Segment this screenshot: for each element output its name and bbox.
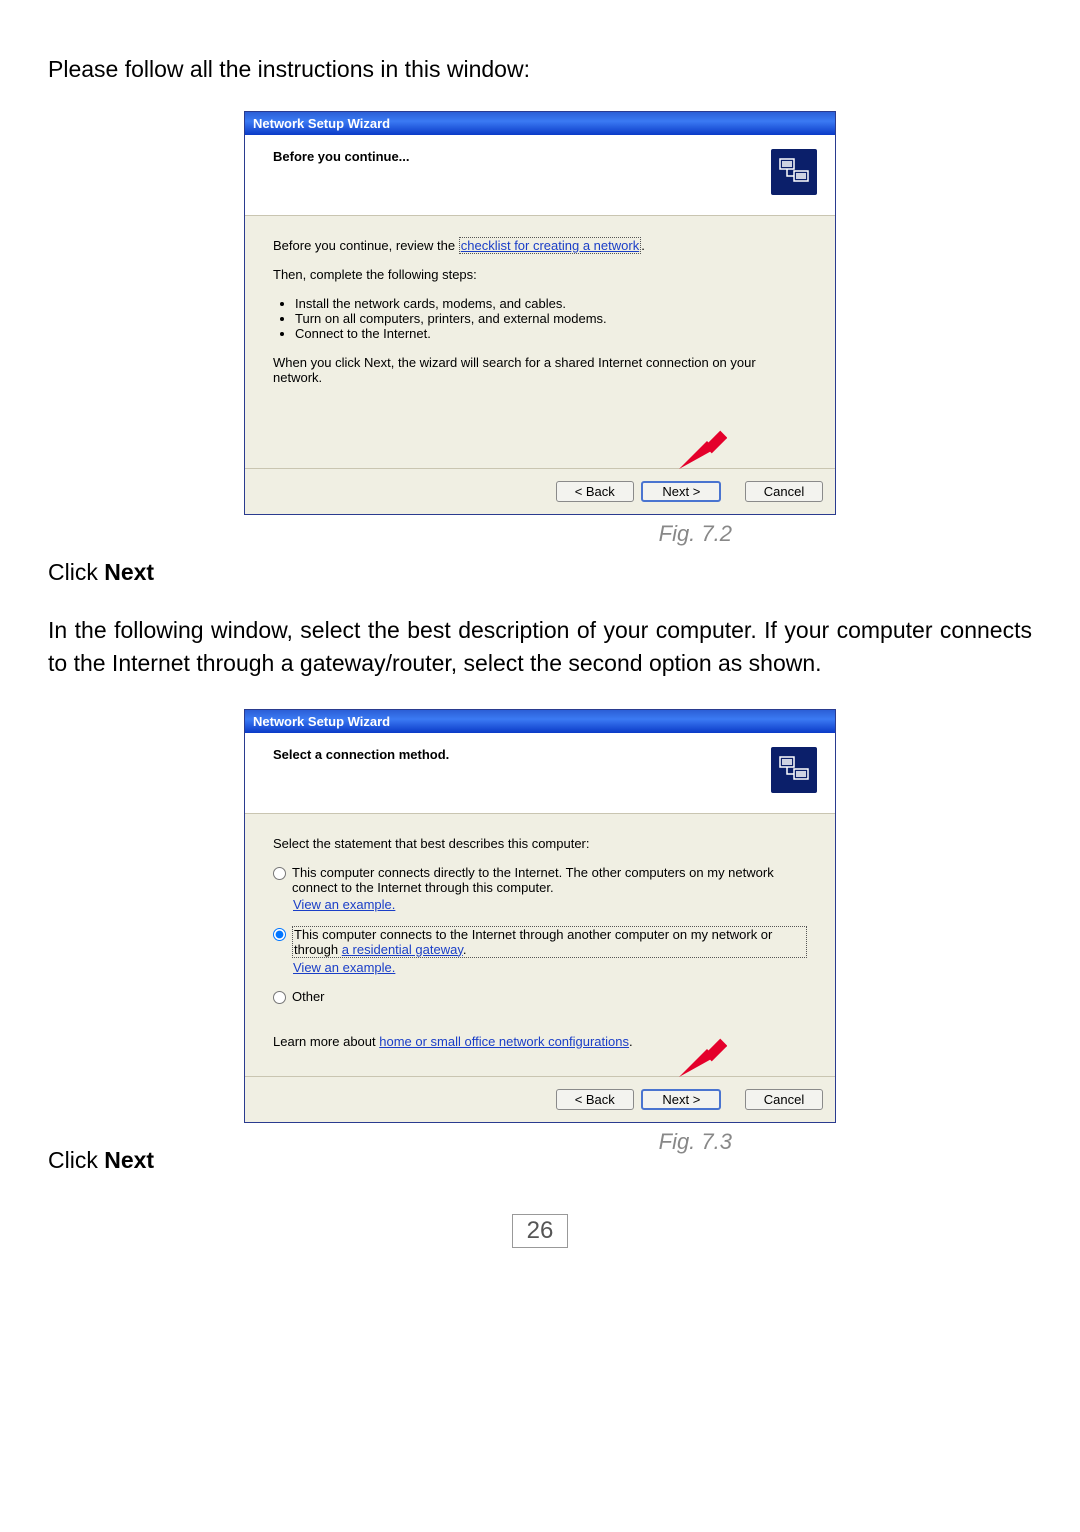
wizard2-prompt: Select the statement that best describes… [273,836,807,851]
residential-gateway-link[interactable]: a residential gateway [342,942,463,957]
wizard1-line1-prefix: Before you continue, review the [273,238,459,253]
radio-1-label: This computer connects directly to the I… [292,865,807,895]
view-example-2-link[interactable]: View an example. [293,960,395,975]
page-number-wrap: 26 [48,1214,1032,1248]
wizard1-then-line: Then, complete the following steps: [273,267,807,282]
radio-1-input[interactable] [273,867,286,880]
wizard2-header-title: Select a connection method. [273,747,449,762]
radio-group-2: This computer connects to the Internet t… [273,926,807,975]
wizard1-titlebar: Network Setup Wizard [245,112,835,135]
page-number: 26 [512,1214,569,1248]
checklist-link[interactable]: checklist for creating a network [459,237,641,254]
radio-group-3: Other [273,989,807,1004]
wizard1-buttons: < Back Next > Cancel [245,468,835,514]
intro-text: Please follow all the instructions in th… [48,56,1032,83]
wizard1-note: When you click Next, the wizard will sea… [273,355,807,385]
radio-option-2[interactable]: This computer connects to the Internet t… [273,926,807,958]
wizard2-header: Select a connection method. [245,733,835,814]
cancel-button[interactable]: Cancel [745,481,823,502]
wizard1-dialog: Network Setup Wizard Before you continue… [244,111,836,515]
next-button[interactable]: Next > [641,481,721,502]
middle-paragraph: In the following window, select the best… [48,614,1032,681]
wizard2-buttons: < Back Next > Cancel [245,1076,835,1122]
wizard1-steps-list: Install the network cards, modems, and c… [273,296,807,341]
wizard2-titlebar: Network Setup Wizard [245,710,835,733]
radio-group-1: This computer connects directly to the I… [273,865,807,912]
view-example-1-link[interactable]: View an example. [293,897,395,912]
radio-option-1[interactable]: This computer connects directly to the I… [273,865,807,895]
wizard1-review-line: Before you continue, review the checklis… [273,238,807,253]
wizard1-bullet-3: Connect to the Internet. [295,326,807,341]
radio-option-3[interactable]: Other [273,989,807,1004]
fig1-caption: Fig. 7.2 [48,521,1032,547]
network-wizard-icon [771,149,817,195]
learn-more-link[interactable]: home or small office network configurati… [379,1034,629,1049]
radio-2-input[interactable] [273,928,286,941]
cancel-button[interactable]: Cancel [745,1089,823,1110]
learn-more-line: Learn more about home or small office ne… [273,1034,807,1049]
next-button[interactable]: Next > [641,1089,721,1110]
radio-2-label: This computer connects to the Internet t… [292,926,807,958]
network-wizard-icon [771,747,817,793]
back-button[interactable]: < Back [556,481,634,502]
wizard1-header-title: Before you continue... [273,149,410,164]
wizard1-bullet-2: Turn on all computers, printers, and ext… [295,311,807,326]
wizard2-dialog: Network Setup Wizard Select a connection… [244,709,836,1123]
click-next-2: Click Next [48,1147,1032,1174]
back-button[interactable]: < Back [556,1089,634,1110]
radio-3-label: Other [292,989,807,1004]
radio-3-input[interactable] [273,991,286,1004]
click-next-1: Click Next [48,559,1032,586]
wizard2-body: Select the statement that best describes… [245,814,835,1076]
wizard1-header: Before you continue... [245,135,835,216]
wizard1-body: Before you continue, review the checklis… [245,216,835,468]
wizard1-bullet-1: Install the network cards, modems, and c… [295,296,807,311]
